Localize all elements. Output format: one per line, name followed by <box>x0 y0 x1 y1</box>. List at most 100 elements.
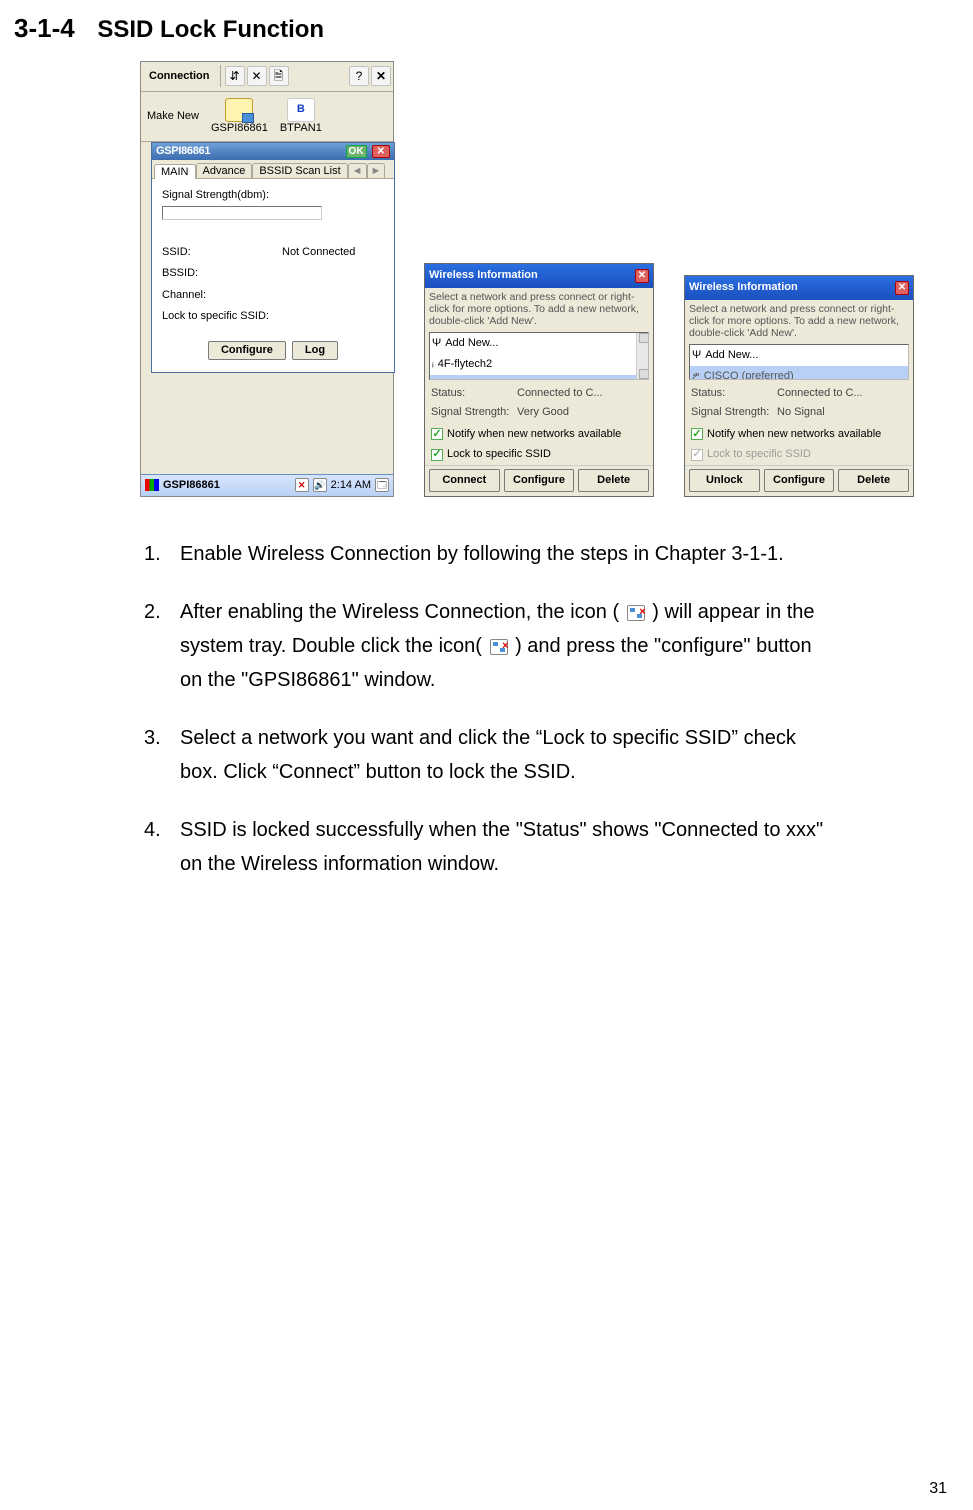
net-btpan-icon[interactable]: B <box>287 98 315 122</box>
wi2-notify-checkbox[interactable]: ✓Notify when new networks available <box>685 424 913 445</box>
step-1: 1. Enable Wireless Connection by followi… <box>144 537 839 571</box>
step-2: 2. After enabling the Wireless Connectio… <box>144 595 839 697</box>
signal-icon: ዎ <box>692 367 700 380</box>
usb-icon[interactable]: ⇵ <box>225 66 245 86</box>
signal-icon: ዎ <box>432 376 440 381</box>
tab-scroll-left[interactable]: ◄ <box>348 163 367 178</box>
wi2-add-new[interactable]: Add New... <box>705 346 758 365</box>
tab-bssid[interactable]: BSSID Scan List <box>252 163 347 178</box>
lockssid-key: Lock to specific SSID: <box>162 310 269 323</box>
popup-title: GSPI86861 <box>156 145 210 158</box>
step-2-number: 2. <box>144 595 180 629</box>
log-button[interactable]: Log <box>292 341 338 360</box>
make-new-label[interactable]: Make New <box>147 110 199 123</box>
wi2-unlock-button[interactable]: Unlock <box>689 469 760 492</box>
net-btpan-label: BTPAN1 <box>280 122 322 135</box>
tab-scroll-right[interactable]: ► <box>367 163 386 178</box>
wi1-sig-value: Very Good <box>517 406 569 418</box>
taskbar: GSPI86861 ✕ 🔊 2:14 AM 🗔 <box>141 474 393 496</box>
tray-vol-icon[interactable]: 🔊 <box>313 478 327 492</box>
wi2-notify-label: Notify when new networks available <box>707 425 881 444</box>
wi1-status-value: Connected to C... <box>517 387 603 399</box>
start-flag-icon[interactable] <box>145 479 159 491</box>
ssid-value: Not Connected <box>282 246 355 259</box>
wi1-close-icon[interactable]: ✕ <box>635 269 649 283</box>
wi2-lock-label: Lock to specific SSID <box>707 445 811 464</box>
wi1-delete-button[interactable]: Delete <box>578 469 649 492</box>
wi2-sig-label: Signal Strength: <box>691 403 777 422</box>
wi2-item-cisco[interactable]: CISCO (preferred) <box>704 367 794 380</box>
wi2-hint: Select a network and press connect or ri… <box>685 300 913 342</box>
wi2-lock-checkbox: ✓Lock to specific SSID <box>685 444 913 465</box>
channel-key: Channel: <box>162 289 282 302</box>
close-small-icon[interactable]: ✕ <box>247 66 267 86</box>
wi1-notify-label: Notify when new networks available <box>447 425 621 444</box>
wi2-title: Wireless Information <box>689 278 798 297</box>
help-icon[interactable]: ? <box>349 66 369 86</box>
instruction-list: 1. Enable Wireless Connection by followi… <box>144 537 839 881</box>
popup-close-button[interactable]: ✕ <box>372 145 390 158</box>
wi1-network-list[interactable]: ΨAdd New... ᵢ4F-flytech2 ዎ CISCO (preferr… <box>429 332 649 380</box>
wi1-title: Wireless Information <box>429 266 538 285</box>
signal-strength-bar <box>162 206 322 220</box>
wi1-add-new[interactable]: Add New... <box>445 334 498 353</box>
wi1-hint: Select a network and press connect or ri… <box>425 288 653 330</box>
screenshot-connection-window: Connection ⇵ ✕ 🗎 ? ✕ Make New GSPI86861 … <box>140 61 394 497</box>
net-gspi-label: GSPI86861 <box>211 122 268 135</box>
antenna-icon: Ψ <box>432 334 441 353</box>
note-icon[interactable]: 🗎 <box>269 66 289 86</box>
signal-strength-label: Signal Strength(dbm): <box>162 189 384 202</box>
connection-toolbar: Connection ⇵ ✕ 🗎 ? ✕ <box>141 62 393 92</box>
step-4-text: SSID is locked successfully when the "St… <box>180 813 839 881</box>
step-1-text: Enable Wireless Connection by following … <box>180 537 839 571</box>
section-title: SSID Lock Function <box>97 16 324 43</box>
signal-icon: ᵢ <box>432 355 434 374</box>
wi1-status-label: Status: <box>431 384 517 403</box>
wi2-close-icon[interactable]: ✕ <box>895 281 909 295</box>
bssid-key: BSSID: <box>162 267 282 280</box>
antenna-icon: Ψ <box>692 346 701 365</box>
tray-desktop-icon[interactable]: 🗔 <box>375 478 389 492</box>
net-gspi-icon[interactable] <box>225 98 253 122</box>
wi2-network-list[interactable]: ΨAdd New... ዎ CISCO (preferred) <box>689 344 909 380</box>
step-3: 3. Select a network you want and click t… <box>144 721 839 789</box>
step-4-number: 4. <box>144 813 180 847</box>
tray-net-icon[interactable]: ✕ <box>295 478 309 492</box>
wi2-sig-value: No Signal <box>777 406 825 418</box>
step-2-text: After enabling the Wireless Connection, … <box>180 595 839 697</box>
step-2a: After enabling the Wireless Connection, … <box>180 601 619 623</box>
connections-row: Make New GSPI86861 B BTPAN1 <box>141 92 393 142</box>
close-icon[interactable]: ✕ <box>371 66 391 86</box>
wi2-configure-button[interactable]: Configure <box>764 469 835 492</box>
screenshot-wireless-info-1: Wireless Information ✕ Select a network … <box>424 263 654 496</box>
ok-button[interactable]: OK <box>346 145 367 158</box>
wi1-lock-label: Lock to specific SSID <box>447 445 551 464</box>
section-number: 3-1-4 <box>14 13 75 43</box>
taskbar-app[interactable]: GSPI86861 <box>163 479 220 492</box>
tray-network-icon: × <box>490 639 508 655</box>
wi1-item-cisco[interactable]: CISCO (preferred) <box>444 376 534 381</box>
step-1-number: 1. <box>144 537 180 571</box>
tab-main[interactable]: MAIN <box>154 164 196 179</box>
section-header: 3-1-4 SSID Lock Function <box>14 6 963 51</box>
popup-tabbar: MAIN Advance BSSID Scan List ◄ ► <box>152 160 394 179</box>
ssid-key: SSID: <box>162 246 282 259</box>
step-3-text: Select a network you want and click the … <box>180 721 839 789</box>
wi1-scrollbar[interactable] <box>636 333 648 379</box>
configure-button[interactable]: Configure <box>208 341 286 360</box>
step-3-number: 3. <box>144 721 180 755</box>
tray-network-icon: × <box>627 605 645 621</box>
wi1-connect-button[interactable]: Connect <box>429 469 500 492</box>
wi2-delete-button[interactable]: Delete <box>838 469 909 492</box>
wi1-lock-checkbox[interactable]: ✓Lock to specific SSID <box>425 444 653 465</box>
gspi-popup: GSPI86861 OK ✕ MAIN Advance BSSID Scan L… <box>151 142 395 373</box>
tab-advance[interactable]: Advance <box>196 163 253 178</box>
taskbar-time: 2:14 AM <box>331 479 371 492</box>
step-4: 4. SSID is locked successfully when the … <box>144 813 839 881</box>
wi1-item-fly[interactable]: 4F-flytech2 <box>438 355 492 374</box>
toolbar-title: Connection <box>143 70 216 83</box>
wi1-configure-button[interactable]: Configure <box>504 469 575 492</box>
screenshot-wireless-info-2: Wireless Information ✕ Select a network … <box>684 275 914 496</box>
wi1-notify-checkbox[interactable]: ✓Notify when new networks available <box>425 424 653 445</box>
page-number: 31 <box>929 1475 947 1502</box>
